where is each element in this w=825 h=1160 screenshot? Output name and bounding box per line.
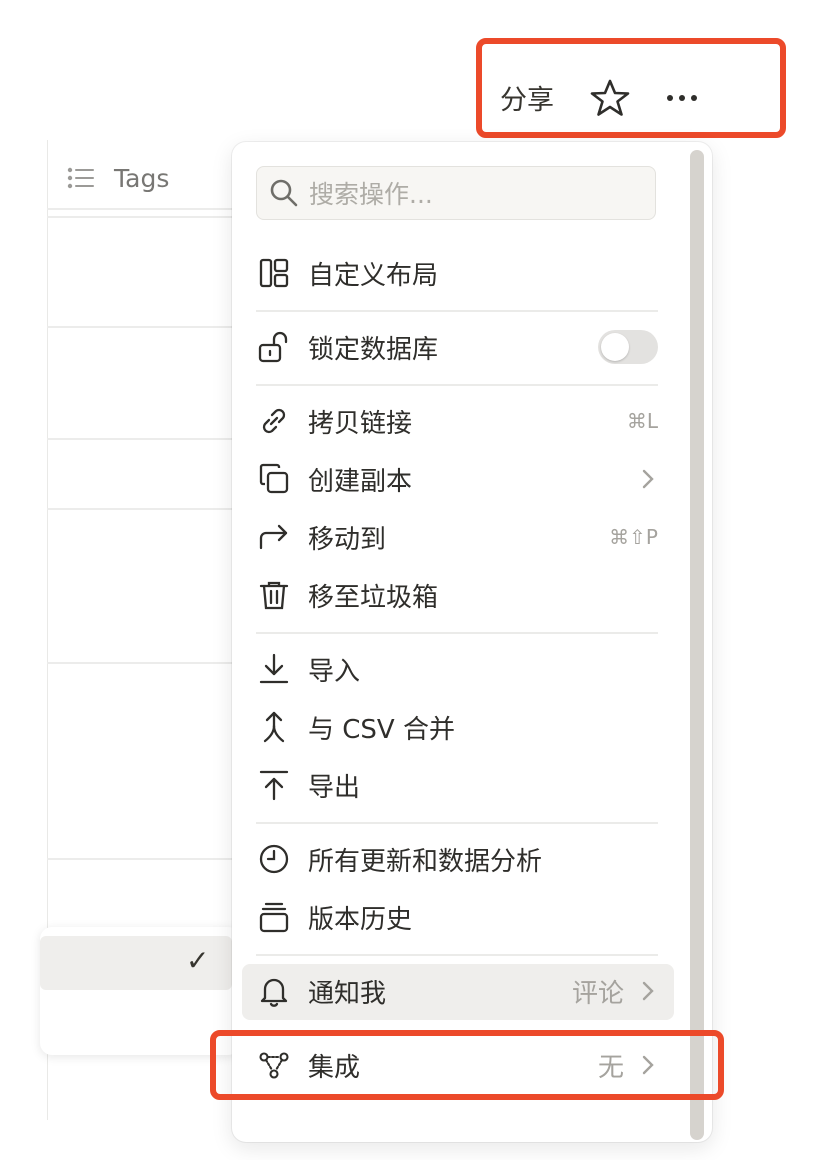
tags-column-header[interactable]: Tags (66, 158, 169, 198)
copy-link-shortcut: ⌘L (626, 409, 658, 433)
menu-item-duplicate[interactable]: 创建副本 (256, 452, 658, 506)
notify-value: 评论 (571, 978, 624, 1009)
chevron-right-icon (642, 981, 654, 1001)
integrations-highlight (210, 1030, 724, 1100)
move-to-shortcut: ⌘⇧P (609, 525, 658, 549)
page-actions-menu: 搜索操作... 自定义布局 锁定数据库 拷贝链接 ⌘L 创建副本 移动到 ⌘⇧P… (232, 142, 712, 1142)
lock-toggle[interactable] (598, 330, 658, 364)
bell-icon (260, 978, 288, 1007)
clock-icon (259, 844, 289, 874)
search-placeholder: 搜索操作... (309, 180, 433, 209)
menu-divider (256, 822, 658, 824)
chevron-right-icon (642, 469, 654, 489)
table-row-divider (47, 662, 247, 664)
link-icon (262, 408, 286, 434)
layout-icon (259, 258, 289, 288)
star-icon[interactable] (590, 78, 630, 118)
table-row-divider (47, 438, 247, 440)
menu-item-move-to[interactable]: 移动到 ⌘⇧P (256, 510, 658, 564)
menu-divider (256, 954, 658, 956)
share-button[interactable]: 分享 (500, 78, 554, 117)
more-icon[interactable] (662, 80, 702, 116)
menu-item-import[interactable]: 导入 (256, 642, 658, 696)
import-icon (259, 653, 289, 684)
trash-icon (259, 581, 289, 610)
list-icon (67, 167, 94, 189)
table-row-divider (47, 326, 247, 328)
merge-icon (263, 711, 285, 743)
menu-divider (256, 632, 658, 634)
menu-item-merge-csv[interactable]: 与 CSV 合并 (256, 700, 658, 754)
menu-item-copy-link[interactable]: 拷贝链接 ⌘L (256, 394, 658, 448)
tags-header-label: Tags (114, 163, 170, 193)
menu-item-export[interactable]: 导出 (256, 758, 658, 812)
menu-scrollbar[interactable] (690, 150, 704, 1140)
menu-divider (256, 310, 658, 312)
menu-item-custom-layout[interactable]: 自定义布局 (256, 246, 658, 300)
version-history-icon (259, 902, 289, 933)
search-icon (270, 179, 298, 207)
table-row-divider (47, 216, 247, 218)
menu-item-lock-database[interactable]: 锁定数据库 (256, 320, 658, 374)
check-icon: ✓ (186, 944, 210, 977)
menu-item-notify-me[interactable]: 通知我 评论 (256, 964, 658, 1018)
table-row-divider (47, 508, 247, 510)
move-arrow-icon (259, 524, 288, 550)
menu-item-version-history[interactable]: 版本历史 (256, 890, 658, 944)
menu-item-updates-analytics[interactable]: 所有更新和数据分析 (256, 832, 658, 886)
search-input[interactable]: 搜索操作... (256, 166, 656, 220)
menu-divider (256, 384, 658, 386)
export-icon (259, 770, 289, 801)
table-row-divider (47, 208, 247, 210)
unlock-icon (258, 331, 288, 363)
menu-item-trash[interactable]: 移至垃圾箱 (256, 568, 658, 622)
table-row-divider (47, 858, 247, 860)
duplicate-icon (259, 463, 289, 494)
